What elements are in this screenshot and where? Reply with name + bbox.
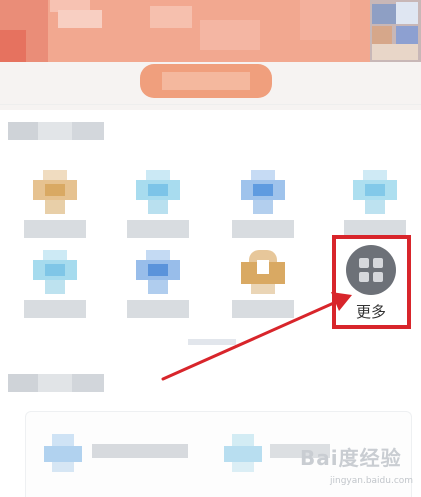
card-text-blurred [92,444,188,458]
section-heading-second [8,374,104,392]
watermark-url: jingyan.baidu.com [330,476,414,486]
card-icon-right [224,434,262,472]
card-icon-left [44,434,82,472]
watermark-logo: Bai度经验 [300,446,402,470]
baidu-jingyan-watermark: Bai度经验 jingyan.baidu.com [300,442,418,492]
